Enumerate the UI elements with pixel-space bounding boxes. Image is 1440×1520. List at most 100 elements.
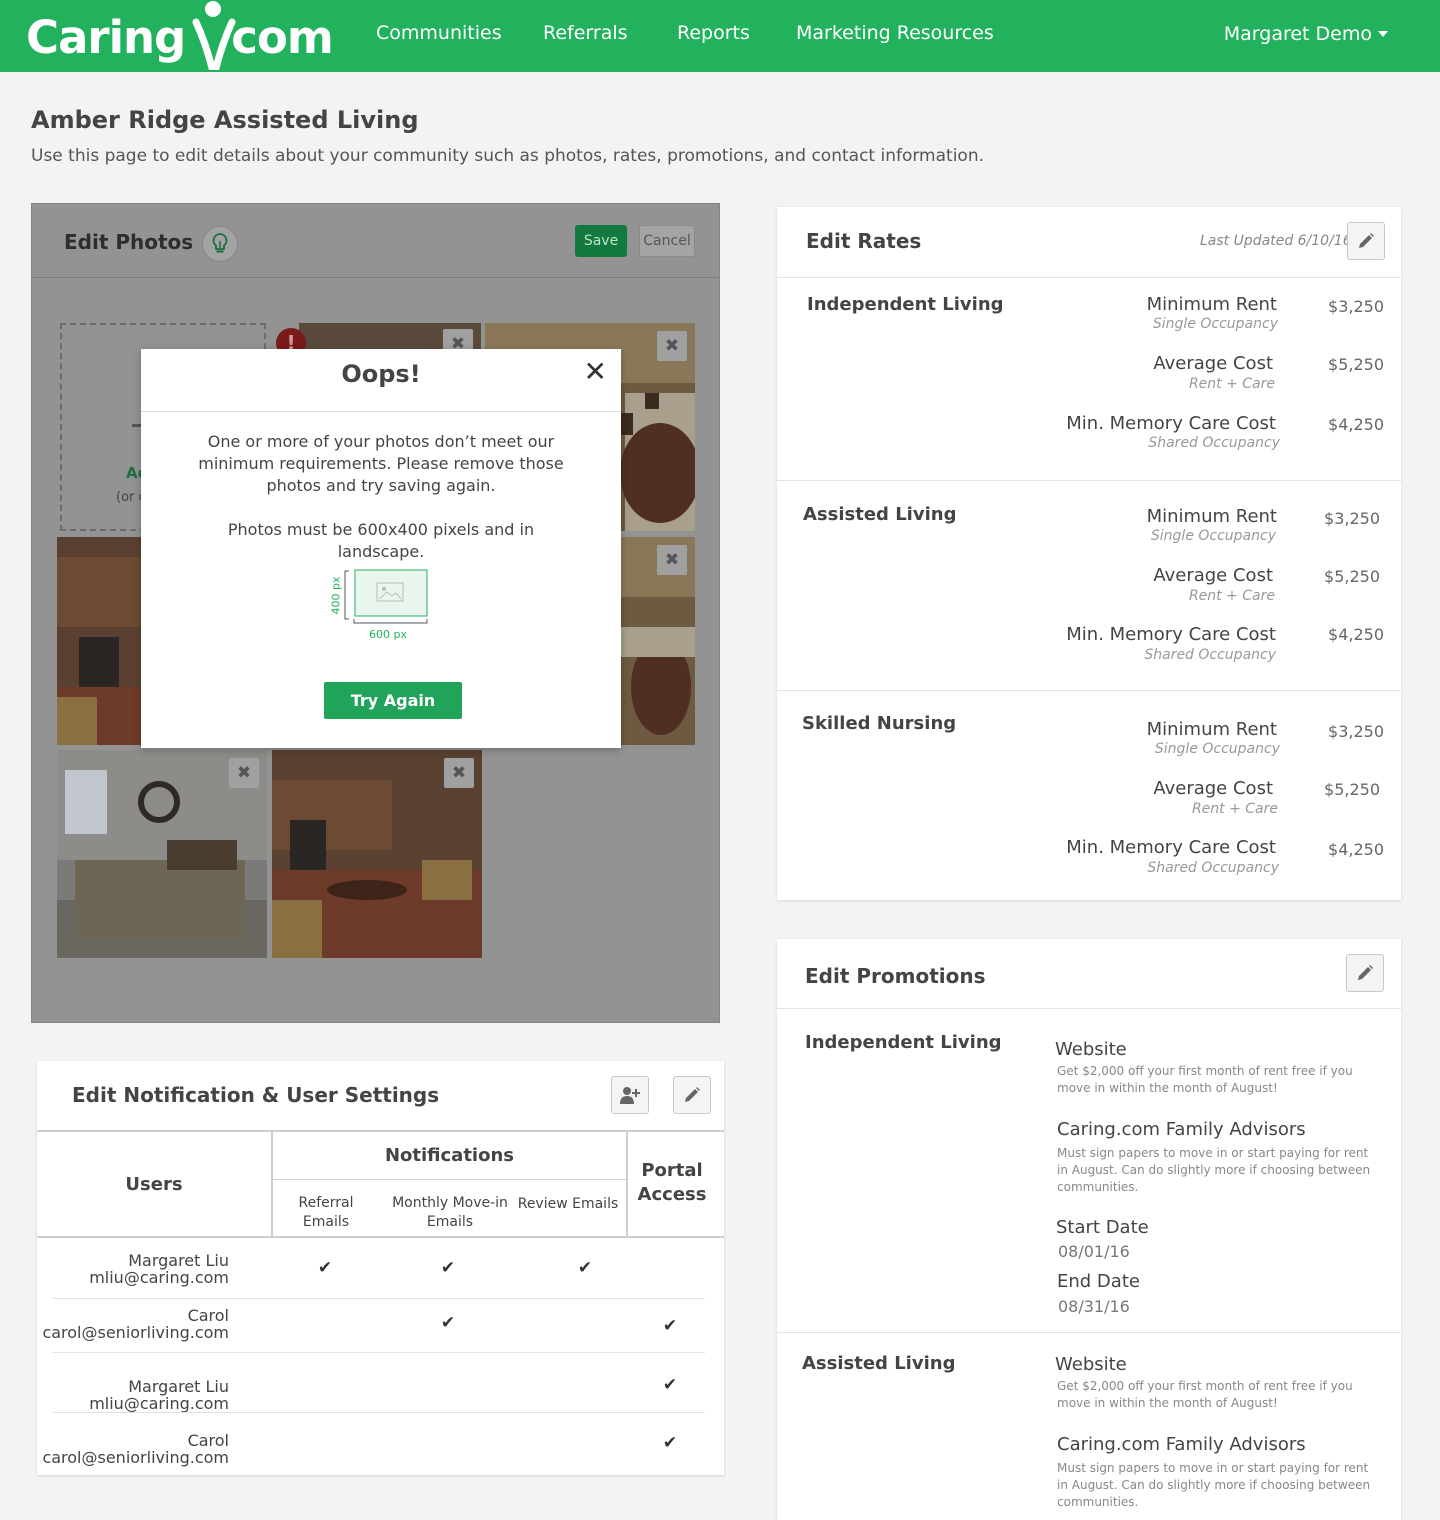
logo-figure-icon <box>192 1 236 70</box>
rate-label: Average Cost <box>1153 565 1273 586</box>
photo-thumbnail[interactable]: ✖ <box>621 537 695 745</box>
photo-dimensions-diagram-icon <box>344 569 428 624</box>
user-name: Margaret Liu <box>128 1251 229 1270</box>
table-row: Carol carol@seniorliving.com ✔ ✔ <box>37 1299 724 1353</box>
rate-sublabel: Shared Occupancy <box>1147 860 1279 876</box>
remove-photo-icon[interactable]: ✖ <box>657 545 687 575</box>
user-cell: Carol carol@seniorliving.com <box>9 1307 229 1341</box>
lightbulb-icon <box>212 233 228 253</box>
user-name: Margaret Demo <box>1223 23 1372 45</box>
pencil-icon <box>1358 965 1373 980</box>
start-date-label: Start Date <box>1056 1217 1149 1238</box>
rate-value: $4,250 <box>1328 415 1384 434</box>
user-menu[interactable]: Margaret Demo <box>1224 23 1388 45</box>
page-subtitle: Use this page to edit details about your… <box>31 146 985 166</box>
rate-label: Min. Memory Care Cost <box>1066 624 1276 645</box>
logo-text-right: com <box>231 11 333 64</box>
edit-notifications-button[interactable] <box>673 1076 711 1114</box>
table-row: Margaret Liu mliu@caring.com ✔ ✔ ✔ <box>37 1238 724 1298</box>
user-cell: Margaret Liu mliu@caring.com <box>9 1378 229 1412</box>
close-icon[interactable]: ✕ <box>584 355 607 388</box>
promo-section-title: Independent Living <box>805 1032 1002 1053</box>
caring-logo[interactable]: Caring com <box>26 1 334 70</box>
promo-advisors-text: Must sign papers to move in or start pay… <box>1057 1146 1371 1194</box>
nav-reports[interactable]: Reports <box>677 22 750 44</box>
users-column-header: Users <box>125 1174 183 1195</box>
rate-value: $5,250 <box>1328 355 1384 374</box>
promo-website-text: Get $2,000 off your first month of rent … <box>1057 1064 1353 1095</box>
add-user-icon <box>620 1087 640 1104</box>
cancel-button[interactable]: Cancel <box>639 225 695 257</box>
table-border <box>626 1130 628 1237</box>
table-border <box>273 1179 626 1180</box>
edit-promotions-button[interactable] <box>1346 954 1384 992</box>
last-updated-text: Last Updated 6/10/16 <box>1200 233 1352 249</box>
promo-website-label: Website <box>1055 1354 1127 1375</box>
movein-check-icon: ✔ <box>440 1258 456 1278</box>
rate-section-title: Independent Living <box>807 294 1004 315</box>
table-row: Margaret Liu mliu@caring.com ✔ <box>37 1353 724 1412</box>
try-again-button[interactable]: Try Again <box>324 682 462 719</box>
rate-label: Minimum Rent <box>1146 719 1277 740</box>
photo-thumbnail[interactable]: ✖ <box>272 750 482 958</box>
review-check-icon: ✔ <box>577 1258 593 1278</box>
rate-value: $5,250 <box>1324 567 1380 586</box>
save-button[interactable]: Save <box>575 225 627 257</box>
rate-value: $3,250 <box>1328 297 1384 316</box>
rate-sublabel: Single Occupancy <box>1150 528 1276 544</box>
photo-thumbnail[interactable]: ✖ <box>57 750 267 958</box>
edit-rates-title: Edit Rates <box>806 229 922 253</box>
rate-sublabel: Rent + Care <box>1191 801 1278 817</box>
user-cell: Margaret Liu mliu@caring.com <box>9 1252 229 1286</box>
notification-settings-card: Edit Notification & User Settings Users … <box>37 1061 724 1475</box>
height-label: 400 px <box>329 576 343 615</box>
remove-photo-icon[interactable]: ✖ <box>444 758 474 788</box>
pencil-icon <box>1359 233 1374 248</box>
end-date-value: 08/31/16 <box>1058 1297 1130 1316</box>
divider <box>777 1008 1401 1009</box>
nav-referrals[interactable]: Referrals <box>543 22 628 44</box>
user-email: carol@seniorliving.com <box>42 1448 229 1467</box>
portal-check-icon: ✔ <box>662 1433 678 1453</box>
edit-rates-button[interactable] <box>1347 222 1385 260</box>
rate-label: Average Cost <box>1153 353 1273 374</box>
rate-label: Average Cost <box>1153 778 1273 799</box>
width-label: 600 px <box>369 628 407 641</box>
nav-marketing-resources[interactable]: Marketing Resources <box>796 22 994 44</box>
edit-rates-card: Edit Rates Last Updated 6/10/16 Independ… <box>777 207 1401 900</box>
user-email: carol@seniorliving.com <box>42 1323 229 1342</box>
user-cell: Carol carol@seniorliving.com <box>9 1432 229 1466</box>
promo-section-title: Assisted Living <box>802 1353 956 1374</box>
divider <box>777 480 1401 481</box>
promo-advisors-text: Must sign papers to move in or start pay… <box>1057 1461 1371 1509</box>
referral-emails-header: Referral Emails <box>298 1195 354 1230</box>
photo-thumbnail[interactable] <box>57 537 143 745</box>
nav-communities[interactable]: Communities <box>376 22 502 44</box>
rate-section-title: Assisted Living <box>803 504 957 525</box>
modal-requirement: Photos must be 600x400 pixels and in lan… <box>227 520 535 561</box>
move-in-emails-header: Monthly Move-in Emails <box>392 1195 508 1230</box>
rate-sublabel: Single Occupancy <box>1154 741 1280 757</box>
rate-label: Min. Memory Care Cost <box>1066 413 1276 434</box>
remove-photo-icon[interactable]: ✖ <box>657 331 687 361</box>
promo-website-text: Get $2,000 off your first month of rent … <box>1057 1379 1353 1410</box>
user-email: mliu@caring.com <box>89 1394 229 1413</box>
library-photo <box>57 537 143 745</box>
remove-photo-icon[interactable]: ✖ <box>229 758 259 788</box>
edit-photos-header: Edit Photos Save Cancel <box>32 204 719 278</box>
rate-value: $3,250 <box>1324 509 1380 528</box>
pencil-icon <box>685 1087 700 1102</box>
portal-access-header: Portal Access <box>637 1160 707 1205</box>
tips-button[interactable] <box>202 226 238 262</box>
divider <box>777 1332 1401 1333</box>
divider <box>777 690 1401 691</box>
table-border <box>37 1130 724 1132</box>
add-user-button[interactable] <box>611 1076 649 1114</box>
rate-value: $4,250 <box>1328 840 1384 859</box>
logo-text-left: Caring <box>26 11 186 64</box>
edit-photos-title: Edit Photos <box>64 230 194 254</box>
promo-advisors-label: Caring.com Family Advisors <box>1057 1119 1306 1140</box>
page-title: Amber Ridge Assisted Living <box>31 106 419 134</box>
referral-check-icon: ✔ <box>317 1258 333 1278</box>
user-name: Margaret Liu <box>128 1377 229 1396</box>
